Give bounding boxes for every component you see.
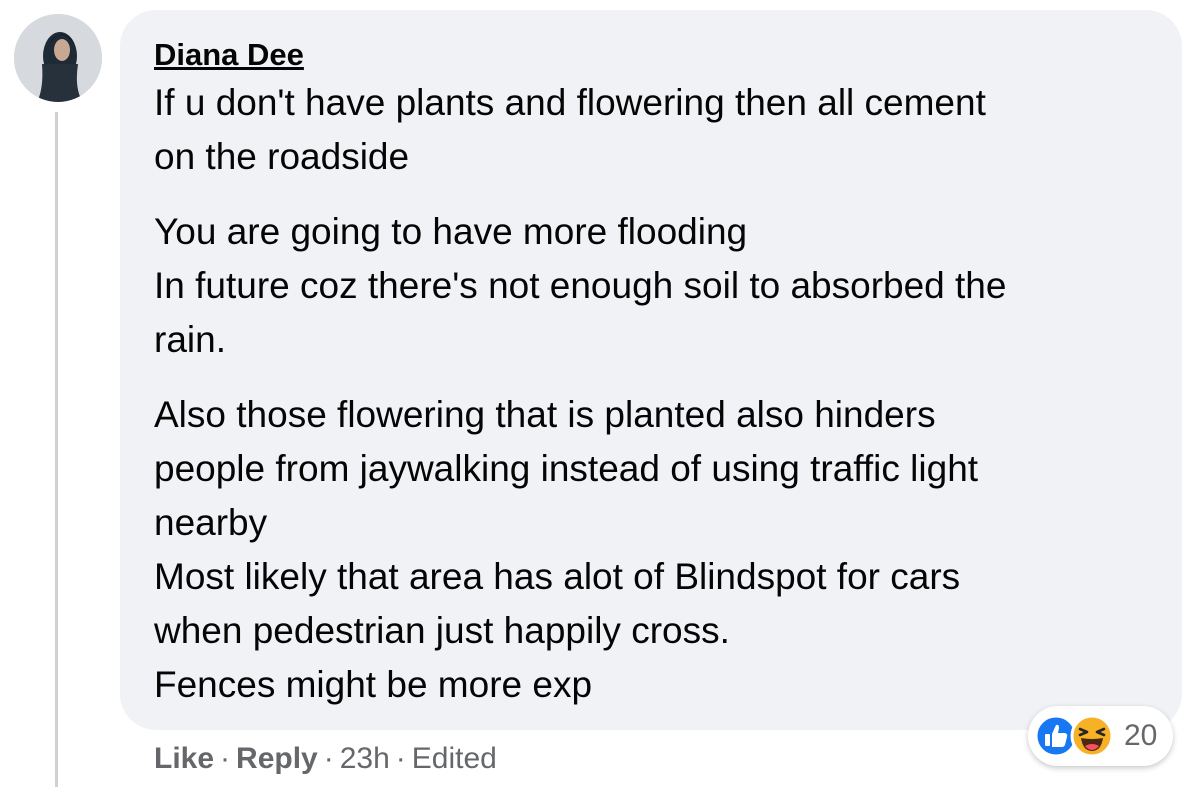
comment-paragraph: If u don't have plants and flowering the… (154, 76, 1164, 184)
comment-paragraph: Also those flowering that is planted als… (154, 388, 1164, 712)
comment-line: You are going to have more flooding (154, 211, 748, 252)
haha-icon (1070, 714, 1114, 758)
separator: · (220, 742, 231, 775)
avatar[interactable] (14, 14, 102, 102)
reaction-count: 20 (1124, 719, 1158, 752)
comment-line: Most likely that area has alot of Blinds… (154, 556, 961, 597)
comment-line: In future coz there's not enough soil to… (154, 265, 1007, 306)
like-button[interactable]: Like (154, 742, 214, 775)
comment-text: If u don't have plants and flowering the… (154, 76, 1164, 733)
comment-paragraph: You are going to have more flooding In f… (154, 205, 1164, 367)
comment-line: Fences might be more exp (154, 664, 593, 705)
comment-line: when pedestrian just happily cross. (154, 610, 730, 651)
timestamp-link[interactable]: 23h (340, 742, 390, 775)
comment-line: on the roadside (154, 136, 410, 177)
comment-line: Also those flowering that is planted als… (154, 394, 936, 435)
edited-label[interactable]: Edited (412, 742, 497, 775)
comment-line: people from jaywalking instead of using … (154, 448, 979, 489)
comment-line: nearby (154, 502, 268, 543)
comment-line: rain. (154, 319, 226, 360)
thread-line (55, 112, 58, 787)
comment-line: If u don't have plants and flowering the… (154, 82, 986, 123)
reply-button[interactable]: Reply (236, 742, 318, 775)
comment-actions: Like · Reply · 23h · Edited (154, 738, 497, 780)
reactions-summary[interactable]: 20 (1028, 706, 1174, 766)
avatar-image (14, 14, 102, 102)
separator: · (323, 742, 334, 775)
separator: · (395, 742, 406, 775)
comment-author-link[interactable]: Diana Dee (154, 36, 304, 74)
